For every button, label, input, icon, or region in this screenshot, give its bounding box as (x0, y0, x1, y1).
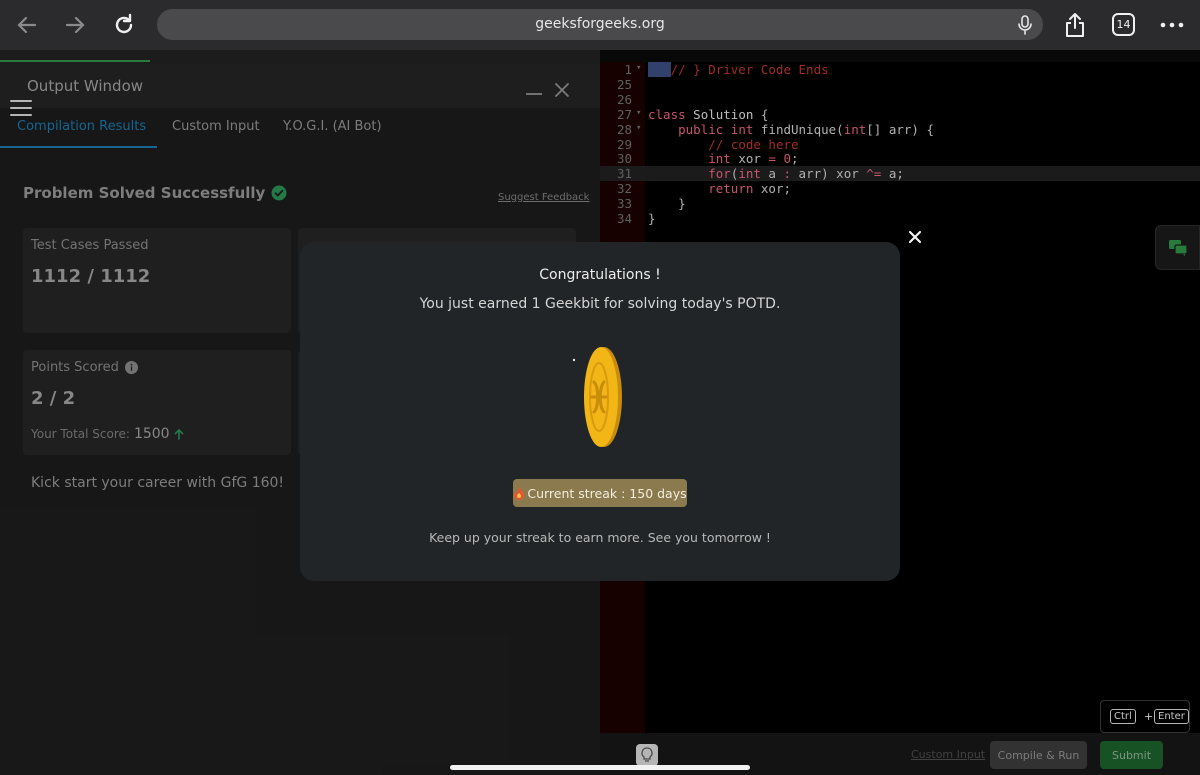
url-bar[interactable]: geeksforgeeks.org (157, 9, 1043, 40)
tab-count-button[interactable]: 14 (1112, 13, 1135, 36)
close-modal-icon[interactable] (906, 228, 924, 246)
reload-icon (115, 13, 133, 34)
forward-button[interactable] (58, 8, 92, 42)
fire-icon (514, 487, 525, 500)
modal-subtitle: You just earned 1 Geekbit for solving to… (419, 296, 781, 312)
modal-title: Congratulations ! (539, 267, 661, 283)
geekbit-coin-icon (572, 347, 622, 447)
browser-toolbar: geeksforgeeks.org 14 (0, 0, 1200, 50)
microphone-icon[interactable] (1015, 14, 1035, 36)
reload-button[interactable] (107, 8, 141, 42)
more-button[interactable] (1155, 8, 1189, 42)
more-dots-icon (1160, 22, 1184, 28)
share-icon (1066, 13, 1084, 37)
streak-badge: Current streak : 150 days (513, 479, 687, 507)
back-button[interactable] (10, 8, 44, 42)
modal-footer-text: Keep up your streak to earn more. See yo… (429, 530, 771, 545)
share-button[interactable] (1058, 8, 1092, 42)
arrow-right-icon (65, 16, 85, 34)
streak-text: Current streak : 150 days (527, 485, 687, 501)
arrow-left-icon (17, 16, 37, 34)
screen: geeksforgeeks.org 14 Output Window Compi… (0, 0, 1200, 775)
url-text: geeksforgeeks.org (535, 16, 665, 32)
home-indicator[interactable] (450, 765, 750, 770)
